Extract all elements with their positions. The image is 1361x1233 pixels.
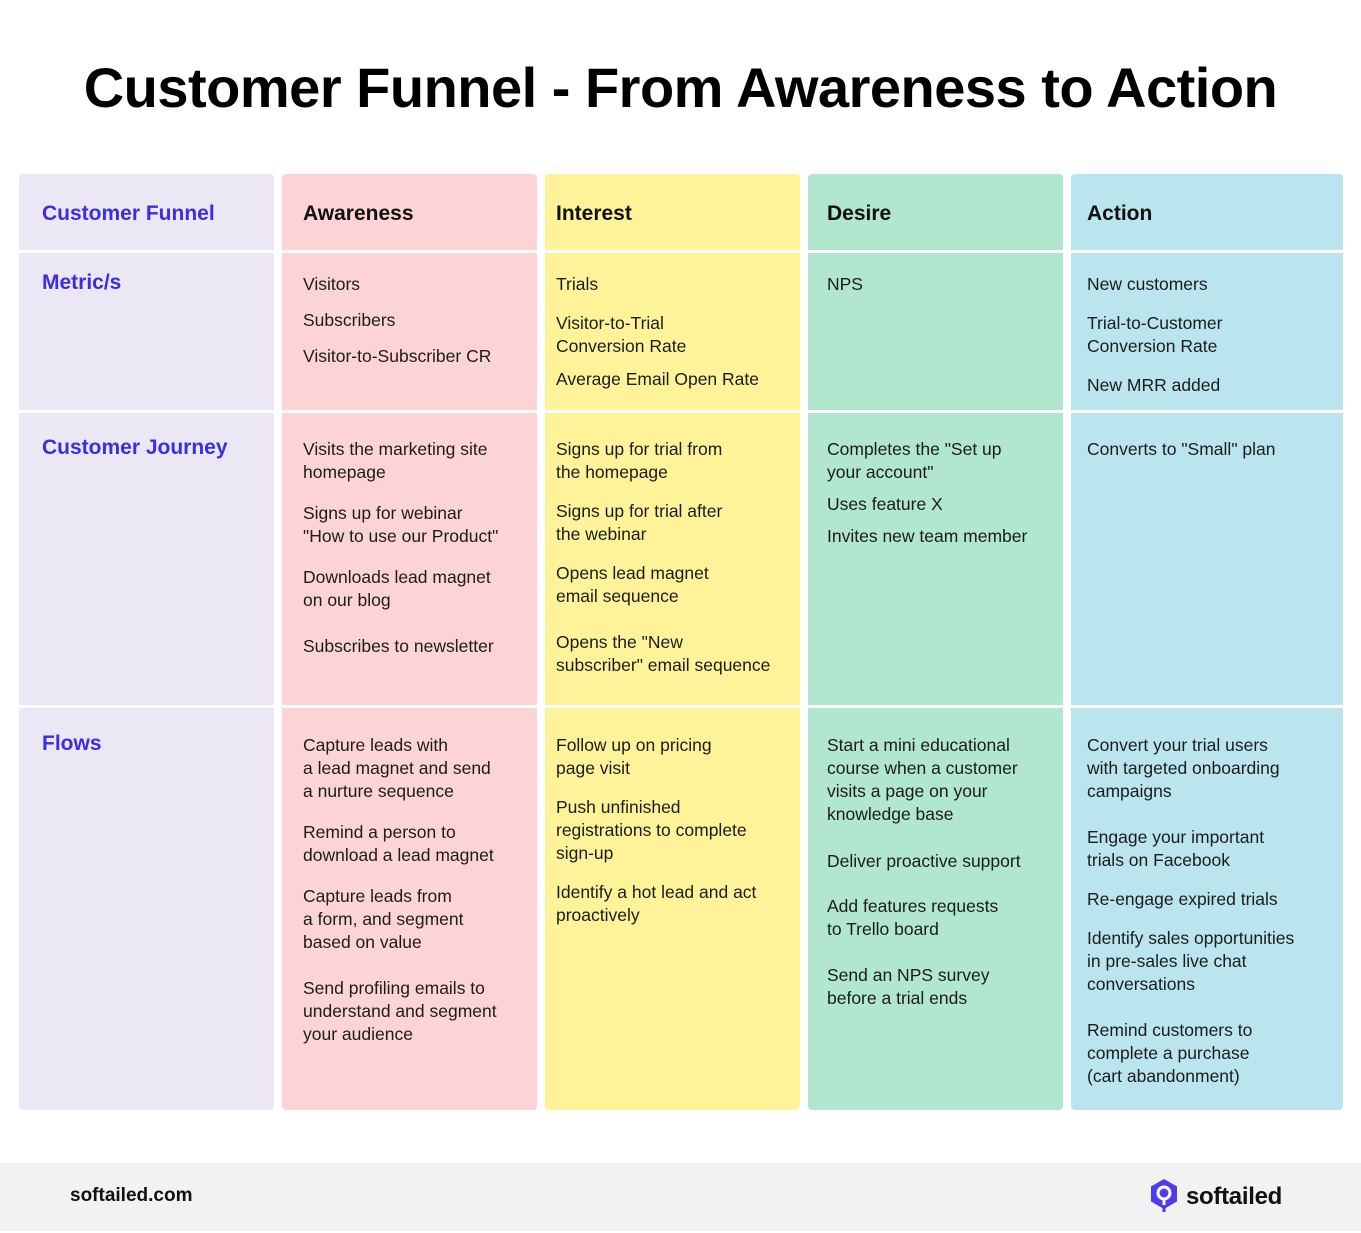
flow-item: Follow up on pricing page visit	[556, 735, 712, 778]
stage-column-action: Action New customers Trial-to-Customer Con…	[1071, 174, 1343, 1110]
flows-row-label: Flows	[42, 732, 102, 755]
journey-item: Visits the marketing site homepage	[303, 439, 488, 482]
row-divider	[545, 410, 800, 413]
brand-name: softailed	[1186, 1183, 1282, 1210]
metric-item: New customers	[1087, 274, 1208, 294]
row-divider	[282, 705, 537, 708]
metric-item: Visitor-to-Subscriber CR	[303, 346, 492, 366]
stage-header: Interest	[556, 202, 632, 225]
flow-item: Convert your trial users with targeted o…	[1087, 735, 1280, 801]
stage-column-awareness: Awareness Visitors Subscribers Visitor-to-S…	[282, 174, 537, 1110]
stage-column-desire: Desire NPS Completes the "Set up your acco…	[808, 174, 1063, 1110]
stage-header: Awareness	[303, 202, 414, 225]
journey-item: Signs up for trial from the homepage	[556, 439, 723, 482]
footer: softailed.com softailed	[0, 1163, 1361, 1231]
row-divider	[545, 250, 800, 253]
metric-item: Trials	[556, 274, 599, 294]
journey-item: Invites new team member	[827, 526, 1028, 546]
hexagon-search-logo-icon	[1150, 1178, 1178, 1217]
row-divider	[19, 410, 274, 413]
journey-item: Opens lead magnet email sequence	[556, 563, 709, 606]
flow-item: Push unfinished registrations to complet…	[556, 797, 747, 863]
row-divider	[282, 410, 537, 413]
flow-item: Capture leads from a form, and segment b…	[303, 886, 464, 952]
journey-item: Signs up for webinar "How to use our Pro…	[303, 503, 499, 546]
flow-item: Remind a person to download a lead magne…	[303, 822, 494, 865]
header-row-label: Customer Funnel	[42, 202, 215, 225]
flow-item: Send profiling emails to understand and …	[303, 978, 497, 1044]
row-divider	[1071, 410, 1343, 413]
flow-item: Add features requests to Trello board	[827, 896, 999, 939]
row-divider	[545, 705, 800, 708]
flow-item: Capture leads with a lead magnet and sen…	[303, 735, 491, 801]
footer-url-link[interactable]: softailed.com	[70, 1185, 192, 1207]
flow-item: Deliver proactive support	[827, 851, 1021, 871]
metric-item: New MRR added	[1087, 375, 1221, 395]
row-divider	[19, 705, 274, 708]
journey-item: Converts to "Small" plan	[1087, 439, 1276, 459]
flow-item: Start a mini educational course when a c…	[827, 735, 1018, 824]
row-divider	[808, 250, 1063, 253]
journey-item: Signs up for trial after the webinar	[556, 501, 723, 544]
flow-item: Identify a hot lead and act proactively	[556, 882, 757, 925]
journey-item: Subscribes to newsletter	[303, 636, 494, 656]
journey-item: Opens the "New subscriber" email sequenc…	[556, 632, 771, 675]
journey-item: Downloads lead magnet on our blog	[303, 567, 491, 610]
metric-item: Visitors	[303, 274, 361, 294]
journey-item: Completes the "Set up your account"	[827, 439, 1002, 482]
metric-item: Average Email Open Rate	[556, 369, 759, 389]
stage-column-interest: Interest Trials Visitor-to-Trial Conversio…	[545, 174, 800, 1110]
flow-item: Remind customers to complete a purchase …	[1087, 1020, 1253, 1086]
row-divider	[282, 250, 537, 253]
row-divider	[1071, 705, 1343, 708]
flow-item: Send an NPS survey before a trial ends	[827, 965, 990, 1008]
metric-item: NPS	[827, 274, 863, 294]
stage-header: Action	[1087, 202, 1153, 225]
brand-logo[interactable]: softailed	[1150, 1178, 1282, 1217]
journey-item: Uses feature X	[827, 494, 943, 514]
metric-item: Trial-to-Customer Conversion Rate	[1087, 313, 1223, 356]
row-divider	[19, 250, 274, 253]
journey-row-label: Customer Journey	[42, 436, 228, 459]
metric-item: Subscribers	[303, 310, 396, 330]
page-title: Customer Funnel - From Awareness to Acti…	[83, 56, 1278, 119]
flow-item: Re-engage expired trials	[1087, 889, 1278, 909]
metric-item: Visitor-to-Trial Conversion Rate	[556, 313, 687, 356]
row-divider	[808, 705, 1063, 708]
flow-item: Engage your important trials on Facebook	[1087, 827, 1265, 870]
flow-item: Identify sales opportunities in pre-sale…	[1087, 928, 1295, 994]
row-divider	[1071, 250, 1343, 253]
stage-header: Desire	[827, 202, 892, 225]
metrics-row-label: Metric/s	[42, 271, 122, 294]
row-label-column: Customer Funnel Metric/s Customer Journe…	[19, 174, 274, 1110]
row-divider	[808, 410, 1063, 413]
